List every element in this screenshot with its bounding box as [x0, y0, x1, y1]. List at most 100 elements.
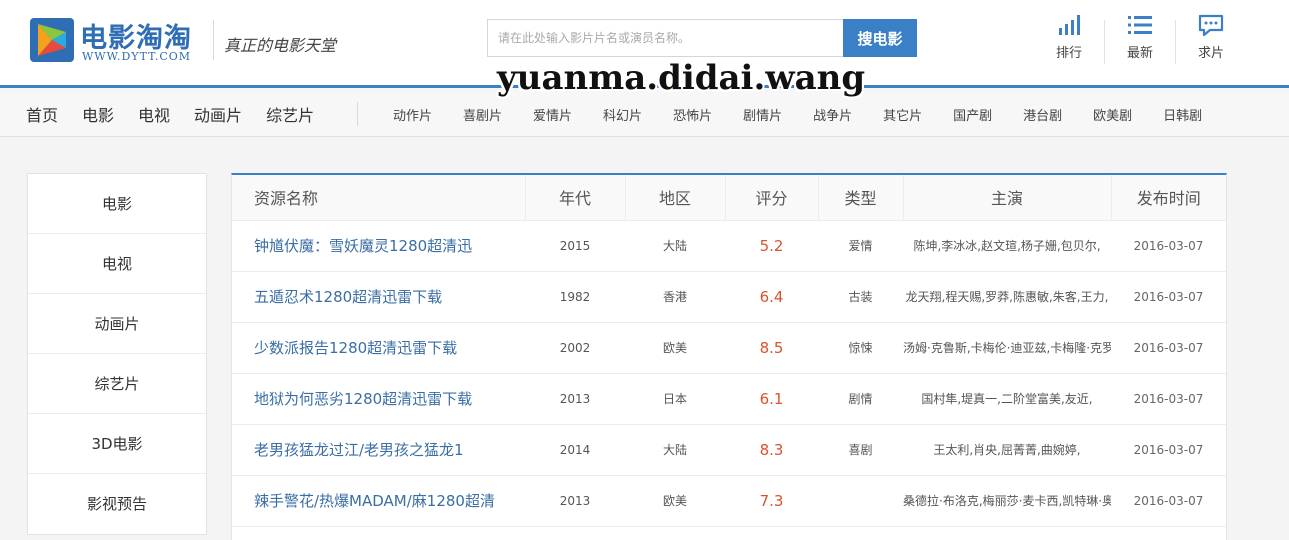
nav-genre-jp-kr-series[interactable]: 日韩剧: [1163, 105, 1202, 124]
cast-cell: 汤姆·克鲁斯,卡梅伦·迪亚兹,卡梅隆·克罗: [903, 341, 1111, 355]
column-header-region: 地区: [625, 175, 726, 221]
nav-genre-domestic-series[interactable]: 国产剧: [953, 105, 992, 124]
list-icon: [1128, 16, 1152, 34]
nav-item-home[interactable]: 首页: [26, 102, 58, 126]
genre-cell: 剧情: [848, 392, 873, 406]
nav-item-movie[interactable]: 电影: [82, 102, 114, 126]
column-header-year: 年代: [525, 175, 626, 221]
sidebar-item-movie[interactable]: 电影: [28, 174, 206, 234]
nav-genre-comedy[interactable]: 喜剧片: [463, 105, 502, 124]
year-cell: 2013: [559, 493, 591, 508]
cast-cell: 王太利,肖央,屈菁菁,曲婉婷,: [933, 443, 1081, 457]
region-cell: 欧美: [662, 341, 687, 355]
movie-title-link[interactable]: 老男孩猛龙过江/老男孩之猛龙1: [254, 441, 464, 459]
cast-cell: 国村隼,堤真一,二阶堂富美,友近,: [921, 392, 1093, 406]
date-cell: 2016-03-07: [1133, 238, 1204, 253]
nav-genre-horror[interactable]: 恐怖片: [673, 105, 712, 124]
cast-cell: 桑德拉·布洛克,梅丽莎·麦卡西,凯特琳·奥: [903, 494, 1111, 508]
table-row: 老男孩猛龙过江/老男孩之猛龙1 2014 大陆 8.3 喜剧 王太利,肖央,屈菁…: [232, 424, 1226, 475]
sidebar-item-variety[interactable]: 综艺片: [28, 354, 206, 414]
watermark-text: yuanma.didai.wang: [497, 58, 866, 98]
nav-genre-romance[interactable]: 爱情片: [533, 105, 572, 124]
nav-genre-war[interactable]: 战争片: [813, 105, 852, 124]
date-cell: 2016-03-07: [1133, 442, 1204, 457]
quick-link-request[interactable]: 求片: [1181, 14, 1241, 70]
score-cell: 8.3: [759, 440, 784, 459]
nav-genre-action[interactable]: 动作片: [393, 105, 432, 124]
search-bar: 搜电影: [487, 19, 917, 57]
search-button[interactable]: 搜电影: [843, 19, 917, 57]
nav-item-tv[interactable]: 电视: [138, 102, 170, 126]
movie-title-link[interactable]: 辣手警花/热爆MADAM/麻1280超清: [254, 492, 495, 510]
search-input[interactable]: [487, 19, 844, 57]
table-row: 少数派报告1280超清迅雷下载 2002 欧美 8.5 惊悚 汤姆·克鲁斯,卡梅…: [232, 322, 1226, 373]
region-cell: 大陆: [662, 239, 687, 253]
column-header-date: 发布时间: [1111, 175, 1226, 221]
genre-cell: 惊悚: [848, 341, 873, 355]
nav-primary: 首页 电影 电视 动画片 综艺片: [26, 91, 338, 137]
quick-link-label: 最新: [1126, 46, 1153, 61]
year-cell: 2002: [559, 340, 591, 355]
column-header-score: 评分: [725, 175, 819, 221]
genre-cell: 喜剧: [848, 443, 873, 457]
site-slogan: 真正的电影天堂: [224, 36, 337, 55]
nav-genre-western-series[interactable]: 欧美剧: [1093, 105, 1132, 124]
movie-title-link[interactable]: 少数派报告1280超清迅雷下载: [254, 339, 457, 357]
movie-title-link[interactable]: 钟馗伏魔：雪妖魔灵1280超清迅: [254, 237, 472, 255]
quick-link-latest[interactable]: 最新: [1110, 14, 1170, 70]
nav-item-variety[interactable]: 综艺片: [266, 102, 314, 126]
score-cell: 5.2: [759, 236, 784, 255]
genre-cell: 爱情: [848, 239, 873, 253]
category-sidebar: 电影 电视 动画片 综艺片 3D电影 影视预告: [27, 173, 207, 535]
movie-title-cell: 少数派报告1280超清迅雷下载: [232, 322, 525, 373]
quick-link-label: 排行: [1055, 46, 1082, 61]
column-header-name: 资源名称: [232, 175, 526, 221]
sidebar-item-animation[interactable]: 动画片: [28, 294, 206, 354]
movie-title-cell: 地狱为何恶劣1280超清迅雷下载: [232, 373, 525, 424]
year-cell: 2013: [559, 391, 591, 406]
year-cell: 1982: [559, 289, 591, 304]
logo-domain: WWW.DYTT.COM: [82, 50, 192, 63]
table-row: 五遁忍术1280超清迅雷下载 1982 香港 6.4 古装 龙天翔,程天赐,罗莽…: [232, 271, 1226, 322]
movie-title-cell: 五遁忍术1280超清迅雷下载: [232, 271, 525, 322]
nav-genre-hk-tw-series[interactable]: 港台剧: [1023, 105, 1062, 124]
sidebar-item-3d-movie[interactable]: 3D电影: [28, 414, 206, 474]
movie-title-cell: 钟馗伏魔：雪妖魔灵1280超清迅: [232, 220, 525, 271]
movie-title-link[interactable]: 地狱为何恶劣1280超清迅雷下载: [254, 390, 472, 408]
cast-cell: 龙天翔,程天赐,罗莽,陈惠敏,朱客,王力,: [905, 290, 1109, 304]
date-cell: 2016-03-07: [1133, 340, 1204, 355]
nav-genre-drama[interactable]: 剧情片: [743, 105, 782, 124]
resource-table: 资源名称 年代 地区 评分 类型 主演 发布时间 钟馗伏魔：雪妖魔灵1280超清…: [231, 173, 1227, 540]
region-cell: 日本: [662, 392, 687, 406]
nav-divider: [357, 102, 358, 126]
score-cell: 8.5: [759, 338, 784, 357]
movie-title-link[interactable]: 五遁忍术1280超清迅雷下载: [254, 288, 442, 306]
nav-genre-scifi[interactable]: 科幻片: [603, 105, 642, 124]
score-cell: 6.4: [759, 287, 784, 306]
site-logo[interactable]: 电影淘淘 WWW.DYTT.COM: [30, 18, 210, 64]
table-row: 钟馗伏魔：雪妖魔灵1280超清迅 2015 大陆 5.2 爱情 陈坤,李冰冰,赵…: [232, 220, 1226, 271]
score-cell: 7.3: [759, 491, 784, 510]
quick-link-ranking[interactable]: 排行: [1039, 14, 1099, 70]
table-header-row: 资源名称 年代 地区 评分 类型 主演 发布时间: [232, 175, 1226, 221]
region-cell: 大陆: [662, 443, 687, 457]
movie-title-cell: 辣手警花/热爆MADAM/麻1280超清: [232, 475, 525, 526]
genre-cell: [818, 475, 903, 526]
year-cell: 2015: [559, 238, 591, 253]
chat-icon: [1198, 14, 1224, 36]
logo-divider: [213, 20, 214, 60]
sidebar-item-tv[interactable]: 电视: [28, 234, 206, 294]
date-cell: 2016-03-07: [1133, 493, 1204, 508]
movie-title-cell: 老男孩猛龙过江/老男孩之猛龙1: [232, 424, 525, 475]
nav-item-animation[interactable]: 动画片: [194, 102, 242, 126]
table-row: 辣手警花/热爆MADAM/麻1280超清 2013 欧美 7.3 桑德拉·布洛克…: [232, 475, 1226, 526]
year-cell: 2014: [559, 442, 591, 457]
nav-genre-other[interactable]: 其它片: [883, 105, 922, 124]
date-cell: 2016-03-07: [1133, 289, 1204, 304]
region-cell: 欧美: [662, 494, 687, 508]
bar-chart-icon: [1059, 15, 1080, 35]
sidebar-item-trailer[interactable]: 影视预告: [28, 474, 206, 534]
score-cell: 6.1: [759, 389, 784, 408]
region-cell: 香港: [662, 290, 687, 304]
column-header-cast: 主演: [903, 175, 1112, 221]
